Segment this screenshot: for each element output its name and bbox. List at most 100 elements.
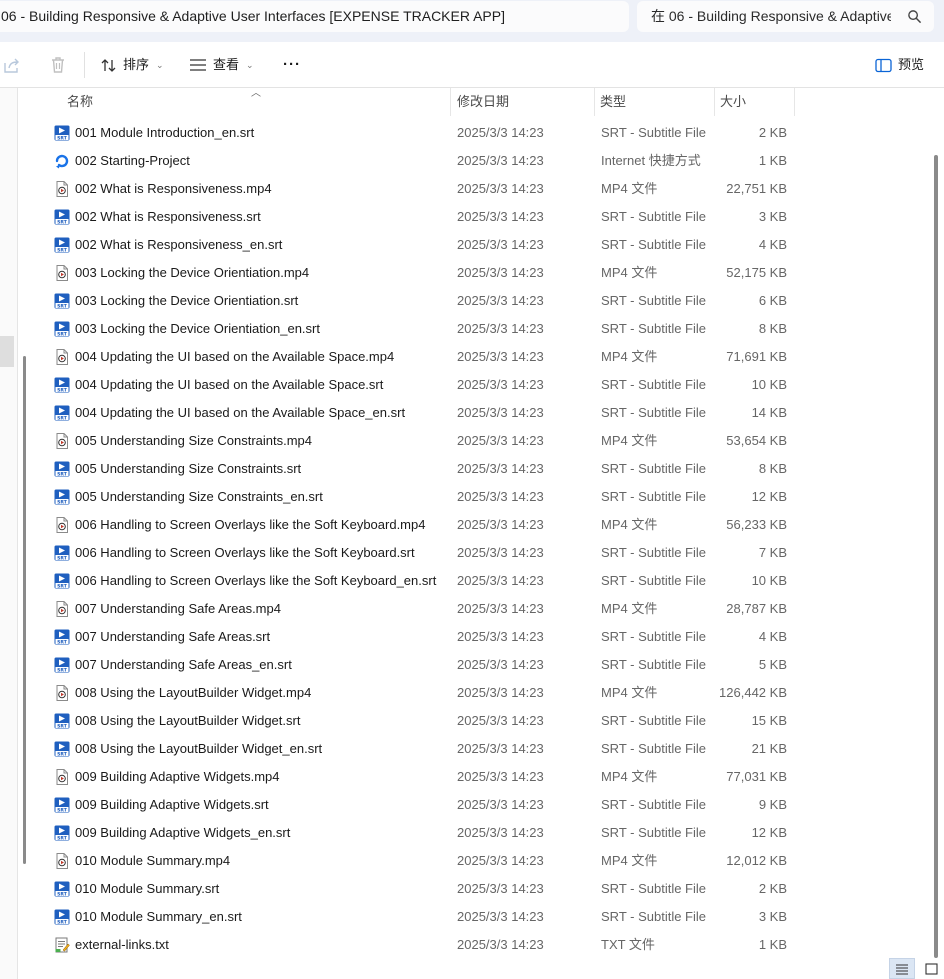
file-row[interactable]: 002 Starting-Project 2025/3/3 14:23 Intern… <box>33 147 795 175</box>
column-divider[interactable] <box>794 88 795 116</box>
column-header-date[interactable]: 修改日期 <box>457 88 509 116</box>
search-icon[interactable] <box>907 9 922 24</box>
file-size: 8 KB <box>758 461 787 476</box>
svg-text:SRT: SRT <box>57 835 68 841</box>
chevron-down-icon: ⌄ <box>246 60 254 70</box>
file-type: TXT 文件 <box>601 937 655 952</box>
sort-icon <box>101 58 116 72</box>
address-bar[interactable]: 06 - Building Responsive & Adaptive User… <box>0 1 629 32</box>
file-row[interactable]: SRT 010 Module Summary.srt 2025/3/3 14:23 S… <box>33 875 795 903</box>
column-divider[interactable] <box>594 88 595 116</box>
file-name: 010 Module Summary.srt <box>75 881 220 896</box>
column-divider[interactable] <box>450 88 451 116</box>
file-type: SRT - Subtitle File <box>601 797 707 812</box>
file-date: 2025/3/3 14:23 <box>457 209 544 224</box>
file-name: 009 Building Adaptive Widgets.srt <box>75 797 269 812</box>
file-row[interactable]: SRT 005 Understanding Size Constraints.sr… <box>33 455 795 483</box>
file-name: 008 Using the LayoutBuilder Widget.srt <box>75 713 301 728</box>
svg-text:SRT: SRT <box>57 919 68 925</box>
navigation-scrollbar[interactable] <box>23 356 26 864</box>
file-row[interactable]: SRT 001 Module Introduction_en.srt 2025/3/… <box>33 119 795 147</box>
file-row[interactable]: SRT 010 Module Summary_en.srt 2025/3/3 14:… <box>33 903 795 931</box>
file-row[interactable]: 006 Handling to Screen Overlays like the… <box>33 511 795 539</box>
column-divider[interactable] <box>714 88 715 116</box>
file-row[interactable]: SRT 009 Building Adaptive Widgets_en.srt 2… <box>33 819 795 847</box>
search-box[interactable]: 在 06 - Building Responsive & Adaptive Us… <box>637 1 934 32</box>
file-name: 004 Updating the UI based on the Availab… <box>75 349 395 364</box>
file-row[interactable]: 004 Updating the UI based on the Availab… <box>33 343 795 371</box>
file-row[interactable]: 002 What is Responsiveness.mp4 2025/3/3 1… <box>33 175 795 203</box>
view-button[interactable]: 查看 ⌄ <box>189 53 254 77</box>
file-row[interactable]: SRT 004 Updating the UI based on the Avai… <box>33 399 795 427</box>
file-type: SRT - Subtitle File <box>601 293 707 308</box>
file-row[interactable]: SRT 009 Building Adaptive Widgets.srt 2025… <box>33 791 795 819</box>
trash-icon[interactable] <box>48 55 68 75</box>
file-row[interactable]: 005 Understanding Size Constraints.mp4 20… <box>33 427 795 455</box>
mp4-file-icon <box>56 517 68 533</box>
srt-file-icon: SRT <box>54 797 70 813</box>
file-row[interactable]: SRT 006 Handling to Screen Overlays like … <box>33 567 795 595</box>
file-type: MP4 文件 <box>601 349 658 364</box>
file-type: MP4 文件 <box>601 853 658 868</box>
file-name: 005 Understanding Size Constraints.mp4 <box>75 433 313 448</box>
toolbar-separator <box>84 52 85 78</box>
file-date: 2025/3/3 14:23 <box>457 909 544 924</box>
file-type: MP4 文件 <box>601 601 658 616</box>
file-row[interactable]: SRT 003 Locking the Device Orientiation.s… <box>33 287 795 315</box>
svg-text:SRT: SRT <box>57 387 68 393</box>
file-size: 7 KB <box>758 545 787 560</box>
file-type: MP4 文件 <box>601 517 658 532</box>
file-name: 001 Module Introduction_en.srt <box>75 125 255 140</box>
file-type: SRT - Subtitle File <box>601 209 707 224</box>
svg-text:SRT: SRT <box>57 751 68 757</box>
column-header-type[interactable]: 类型 <box>600 88 626 116</box>
file-date: 2025/3/3 14:23 <box>457 853 544 868</box>
file-date: 2025/3/3 14:23 <box>457 489 544 504</box>
svg-text:SRT: SRT <box>57 555 68 561</box>
file-row[interactable]: SRT 005 Understanding Size Constraints_en… <box>33 483 795 511</box>
navigation-pane[interactable] <box>0 88 17 979</box>
navigation-selected-item[interactable] <box>0 336 14 367</box>
file-row[interactable]: 003 Locking the Device Orientiation.mp4 2… <box>33 259 795 287</box>
details-view-button[interactable] <box>889 958 915 979</box>
file-type: SRT - Subtitle File <box>601 881 707 896</box>
column-header-name[interactable]: 名称 <box>67 88 93 116</box>
pane-splitter[interactable] <box>17 88 18 979</box>
file-type: MP4 文件 <box>601 265 658 280</box>
preview-button[interactable]: 预览 <box>875 53 924 77</box>
file-row[interactable]: SRT 003 Locking the Device Orientiation_e… <box>33 315 795 343</box>
column-header-size[interactable]: 大小 <box>720 88 746 116</box>
file-row[interactable]: SRT 004 Updating the UI based on the Avai… <box>33 371 795 399</box>
file-row[interactable]: SRT 002 What is Responsiveness_en.srt 2025… <box>33 231 795 259</box>
file-date: 2025/3/3 14:23 <box>457 937 544 952</box>
more-button[interactable]: ··· <box>283 53 301 77</box>
share-icon[interactable] <box>2 55 22 75</box>
tiles-view-button[interactable] <box>918 958 944 979</box>
mp4-file-icon <box>56 769 68 785</box>
file-type: SRT - Subtitle File <box>601 741 707 756</box>
file-row[interactable]: 008 Using the LayoutBuilder Widget.mp4 20… <box>33 679 795 707</box>
srt-file-icon: SRT <box>54 825 70 841</box>
file-row[interactable]: 009 Building Adaptive Widgets.mp4 2025/3/… <box>33 763 795 791</box>
file-size: 12 KB <box>751 825 787 840</box>
file-size: 14 KB <box>751 405 787 420</box>
file-row[interactable]: 010 Module Summary.mp4 2025/3/3 14:23 MP4 … <box>33 847 795 875</box>
file-row[interactable]: 007 Understanding Safe Areas.mp4 2025/3/3… <box>33 595 795 623</box>
file-name: 002 What is Responsiveness_en.srt <box>75 237 283 252</box>
file-row[interactable]: SRT 002 What is Responsiveness.srt 2025/3/… <box>33 203 795 231</box>
file-name: 003 Locking the Device Orientiation.srt <box>75 293 299 308</box>
file-row[interactable]: SRT 008 Using the LayoutBuilder Widget.sr… <box>33 707 795 735</box>
sort-button[interactable]: 排序 ⌄ <box>100 53 164 77</box>
file-name: 002 Starting-Project <box>75 153 190 168</box>
file-row[interactable]: external-links.txt 2025/3/3 14:23 TXT 文件 1 … <box>33 931 795 959</box>
chevron-down-icon: ⌄ <box>156 60 164 70</box>
file-row[interactable]: SRT 007 Understanding Safe Areas.srt 2025/… <box>33 623 795 651</box>
mp4-file-icon <box>56 349 68 365</box>
file-row[interactable]: SRT 008 Using the LayoutBuilder Widget_en… <box>33 735 795 763</box>
file-name: 009 Building Adaptive Widgets.mp4 <box>75 769 280 784</box>
file-row[interactable]: SRT 006 Handling to Screen Overlays like … <box>33 539 795 567</box>
file-size: 52,175 KB <box>726 265 787 280</box>
vertical-scrollbar[interactable] <box>934 155 938 958</box>
srt-file-icon: SRT <box>54 573 70 589</box>
file-row[interactable]: SRT 007 Understanding Safe Areas_en.srt 20… <box>33 651 795 679</box>
